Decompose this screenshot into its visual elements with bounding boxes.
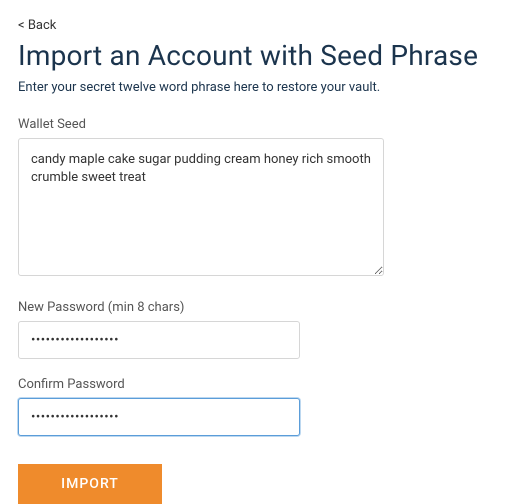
confirm-password-input[interactable] [18,398,300,436]
new-password-input[interactable] [18,321,300,359]
import-button[interactable]: IMPORT [18,464,162,504]
wallet-seed-label: Wallet Seed [18,117,490,132]
wallet-seed-textarea[interactable] [18,138,384,276]
page-title: Import an Account with Seed Phrase [18,39,490,72]
back-link[interactable]: < Back [18,18,56,33]
new-password-label: New Password (min 8 chars) [18,300,490,315]
confirm-password-label: Confirm Password [18,377,490,392]
page-subtitle: Enter your secret twelve word phrase her… [18,80,490,95]
